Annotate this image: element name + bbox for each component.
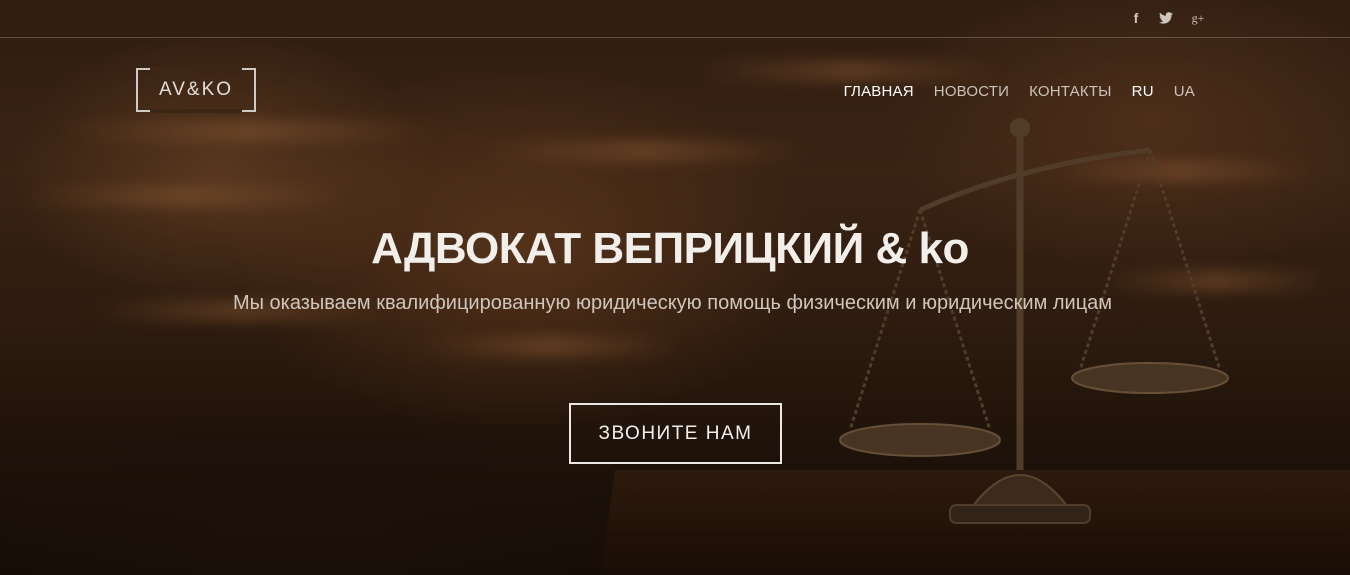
call-us-button[interactable]: ЗВОНИТЕ НАМ (569, 403, 782, 464)
twitter-icon[interactable] (1156, 9, 1176, 27)
nav-item-home[interactable]: ГЛАВНАЯ (834, 83, 924, 100)
logo[interactable]: AV&KO (136, 67, 256, 113)
top-bar: f g+ (0, 0, 1350, 38)
facebook-icon[interactable]: f (1126, 9, 1146, 27)
logo-text: AV&KO (158, 79, 234, 100)
language-ru[interactable]: RU (1122, 83, 1164, 100)
nav-item-news[interactable]: НОВОСТИ (924, 83, 1019, 100)
language-ua[interactable]: UA (1164, 83, 1205, 100)
google-plus-icon[interactable]: g+ (1188, 9, 1208, 27)
logo-frame-gap (150, 109, 242, 113)
logo-frame-gap (150, 67, 242, 71)
hero-title: АДВОКАТ ВЕПРИЦКИЙ & ko (371, 224, 969, 273)
twitter-bird-icon (1159, 12, 1173, 24)
main-nav: ГЛАВНАЯ НОВОСТИ КОНТАКТЫ RU UA (834, 83, 1205, 100)
nav-item-contacts[interactable]: КОНТАКТЫ (1019, 83, 1122, 100)
hero-subtitle: Мы оказываем квалифицированную юридическ… (232, 292, 1113, 314)
